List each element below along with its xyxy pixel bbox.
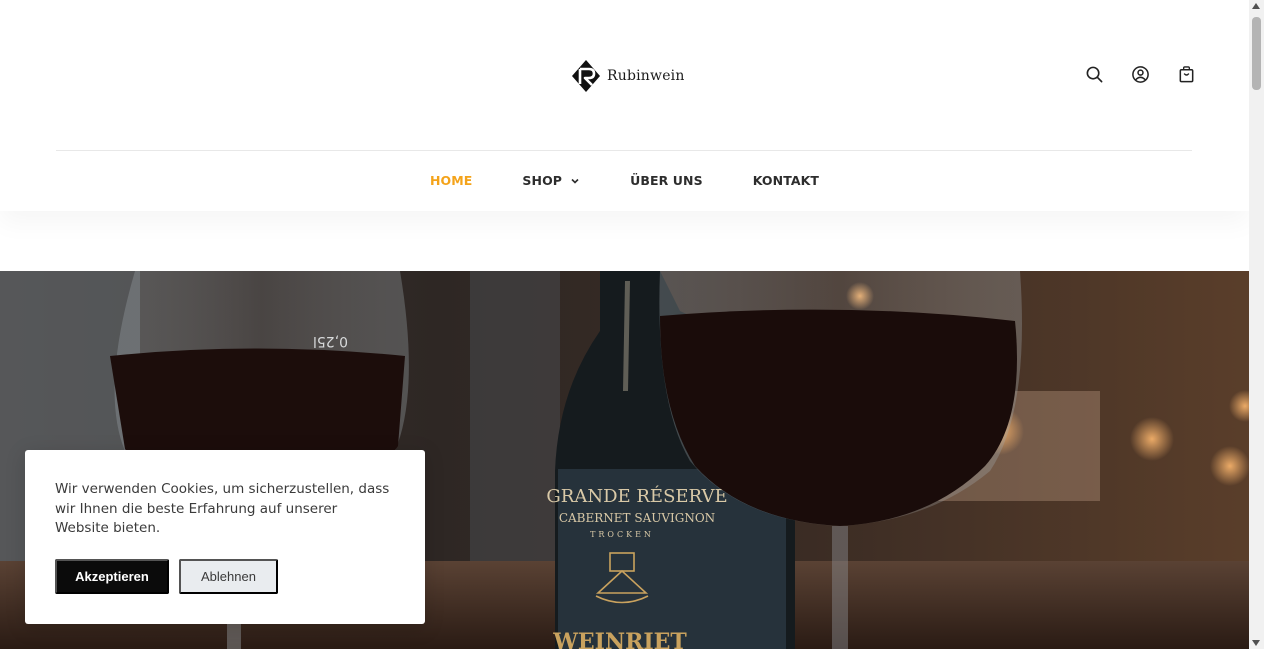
accept-button[interactable]: Akzeptieren <box>55 559 169 594</box>
nav-item-home[interactable]: HOME <box>430 173 472 188</box>
header-divider <box>56 150 1192 151</box>
cookie-actions: Akzeptieren Ablehnen <box>55 559 278 594</box>
nav-item-label: ÜBER UNS <box>630 173 703 188</box>
cookie-banner: Wir verwenden Cookies, um sicherzustelle… <box>25 450 425 624</box>
bottle-label-line-1: GRANDE RÉSERVE <box>546 484 727 507</box>
logo-text: Rubinwein <box>607 68 685 84</box>
chevron-down-icon <box>571 178 579 184</box>
cart-icon[interactable] <box>1177 65 1196 84</box>
reject-button[interactable]: Ablehnen <box>179 559 278 594</box>
logo-mark-icon <box>572 60 600 92</box>
header-actions <box>1085 65 1196 84</box>
account-icon[interactable] <box>1131 65 1150 84</box>
bottle-label-line-3: TROCKEN <box>590 530 654 539</box>
cookie-text: Wir verwenden Cookies, um sicherzustelle… <box>55 481 390 536</box>
glass-marking: 0,25l <box>313 333 348 349</box>
page-scrollbar[interactable] <box>1249 0 1264 649</box>
nav-item-label: HOME <box>429 173 473 188</box>
bottle-brand: WEINRIET <box>552 629 687 649</box>
scroll-down-icon[interactable] <box>1252 640 1260 646</box>
logo[interactable]: Rubinwein <box>571 59 685 93</box>
site-header: Rubinwein HOME SHOP ÜBER UNS KONTAKT <box>0 0 1249 211</box>
nav-item-shop[interactable]: SHOP <box>522 173 580 188</box>
nav-item-label: SHOP <box>522 173 563 188</box>
scrollbar-thumb[interactable] <box>1252 17 1261 90</box>
nav-item-ueber-uns[interactable]: ÜBER UNS <box>630 173 703 188</box>
scroll-up-icon[interactable] <box>1252 3 1260 9</box>
page: Rubinwein HOME SHOP ÜBER UNS KONTAKT 0,2… <box>0 0 1264 649</box>
nav-item-kontakt[interactable]: KONTAKT <box>753 173 819 188</box>
search-icon[interactable] <box>1085 65 1104 84</box>
nav-item-label: KONTAKT <box>752 173 820 188</box>
main-nav: HOME SHOP ÜBER UNS KONTAKT <box>0 173 1249 188</box>
bottle-label-line-2: CABERNET SAUVIGNON <box>559 511 715 525</box>
